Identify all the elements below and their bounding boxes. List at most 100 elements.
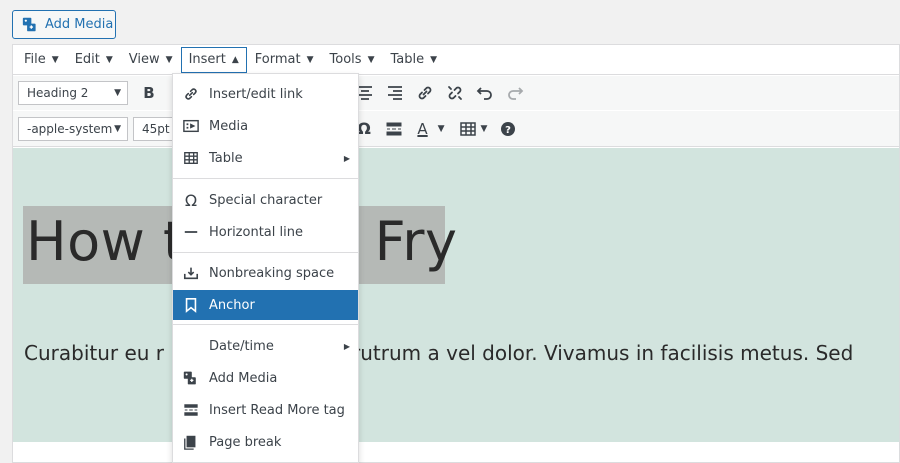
caret-down-icon: ▼ xyxy=(51,54,59,65)
bold-button[interactable]: B xyxy=(134,79,164,107)
insert-menu-item-label: Nonbreaking space xyxy=(209,265,335,281)
menu-divider xyxy=(173,252,358,253)
insert-menu-item-read-more[interactable]: Insert Read More tag xyxy=(173,395,358,425)
add-media-icon xyxy=(22,17,36,32)
text-color-button[interactable]: A ▼ xyxy=(409,115,453,143)
caret-down-icon: ▼ xyxy=(105,54,113,65)
insert-menu-item-link[interactable]: Insert/edit link xyxy=(173,79,358,109)
heading-text-right: Fry xyxy=(374,210,458,273)
editor-content[interactable]: How t Fry Curabitur eu r rutrum a vel dolo… xyxy=(13,148,899,442)
font-size-value: 45pt xyxy=(142,121,170,136)
caret-up-icon: ▲ xyxy=(231,54,239,65)
insert-menu-item-label: Insert Read More tag xyxy=(209,402,345,418)
table-button[interactable]: ▼ xyxy=(453,115,493,143)
media-icon xyxy=(173,118,209,134)
unlink-icon xyxy=(448,86,462,100)
insert-menu-item-label: Add Media xyxy=(209,370,278,386)
table-icon xyxy=(173,150,209,166)
menu-insert[interactable]: Insert ▲ xyxy=(180,46,247,73)
read-more-icon xyxy=(386,122,402,135)
submenu-arrow-icon: ▶ xyxy=(343,341,350,351)
text-color-icon: A xyxy=(417,119,428,138)
insert-menu-item-media[interactable]: Media xyxy=(173,111,358,141)
paragraph-text-left: Curabitur eu r xyxy=(24,341,165,365)
omega-icon: Ω xyxy=(184,190,198,210)
menu-file[interactable]: File ▼ xyxy=(16,47,67,73)
insert-menu-item-label: Horizontal line xyxy=(209,224,303,240)
insert-menu-item-anchor[interactable]: Anchor xyxy=(173,290,358,320)
paragraph-text-right: rutrum a vel dolor. Vivamus in facilisis… xyxy=(352,341,854,365)
insert-menu-item-label: Anchor xyxy=(209,297,255,313)
help-button[interactable]: ? xyxy=(493,115,523,143)
caret-down-icon: ▼ xyxy=(367,54,375,65)
menu-table[interactable]: Table ▼ xyxy=(382,47,445,73)
font-family-value: -apple-system xyxy=(27,121,113,136)
font-size-select[interactable]: 45pt xyxy=(133,116,177,141)
chevron-down-icon: ▼ xyxy=(114,88,121,98)
menu-view-label: View xyxy=(128,52,160,67)
align-right-button[interactable] xyxy=(380,79,410,107)
svg-text:?: ? xyxy=(505,125,511,136)
redo-button[interactable] xyxy=(500,79,530,107)
caret-down-icon: ▼ xyxy=(165,54,173,65)
horizontal-line-icon xyxy=(173,224,209,240)
heading-text-left: How t xyxy=(26,210,185,273)
submenu-arrow-icon: ▶ xyxy=(343,153,350,163)
link-icon xyxy=(418,86,432,100)
menubar: File ▼ Edit ▼ View ▼ Insert ▲ Format ▼ Tools ▼… xyxy=(13,45,899,75)
add-media-button[interactable]: Add Media xyxy=(12,10,116,39)
insert-menu-item-horizontal-line[interactable]: Horizontal line xyxy=(173,217,358,247)
menu-file-label: File xyxy=(24,52,46,67)
insert-menu-dropdown: Insert/edit link Media Table ▶ Ω Special… xyxy=(172,73,359,463)
chevron-down-icon: ▼ xyxy=(480,123,488,134)
insert-menu-item-add-media[interactable]: Add Media xyxy=(173,363,358,393)
insert-menu-item-label: Page break xyxy=(209,434,282,450)
toolbar-row-1: Heading 2 ▼ B xyxy=(13,76,899,110)
menu-tools-label: Tools xyxy=(329,52,362,67)
insert-menu-item-nonbreaking-space[interactable]: Nonbreaking space xyxy=(173,258,358,288)
link-icon xyxy=(173,86,209,102)
content-paragraph: Curabitur eu r rutrum a vel dolor. Vivamu… xyxy=(24,341,853,365)
menu-divider xyxy=(173,324,358,325)
insert-menu-item-label: Media xyxy=(209,118,249,134)
menu-edit-label: Edit xyxy=(74,52,100,67)
undo-icon xyxy=(476,87,492,100)
redo-icon xyxy=(508,87,524,100)
insert-menu-item-special-character[interactable]: Ω Special character xyxy=(173,185,358,215)
nonbreaking-space-icon xyxy=(173,265,209,281)
editor-frame: File ▼ Edit ▼ View ▼ Insert ▲ Format ▼ Tools ▼… xyxy=(12,44,900,463)
undo-button[interactable] xyxy=(470,79,500,107)
menu-edit[interactable]: Edit ▼ xyxy=(67,47,121,73)
read-more-button[interactable] xyxy=(379,115,409,143)
add-media-icon xyxy=(173,370,209,386)
menu-tools[interactable]: Tools ▼ xyxy=(322,47,383,73)
insert-menu-item-label: Table xyxy=(209,150,243,166)
menu-divider xyxy=(173,178,358,179)
insert-menu-item-table[interactable]: Table ▶ xyxy=(173,143,358,173)
bold-label: B xyxy=(143,84,155,102)
insert-menu-item-page-break[interactable]: Page break xyxy=(173,427,358,457)
chevron-down-icon: ▼ xyxy=(114,123,121,134)
caret-down-icon: ▼ xyxy=(306,54,314,65)
caret-down-icon: ▼ xyxy=(430,54,438,65)
omega-icon: Ω xyxy=(357,119,371,138)
align-right-icon xyxy=(388,86,402,100)
font-family-select[interactable]: -apple-system ▼ xyxy=(18,116,128,141)
menu-table-label: Table xyxy=(390,52,425,67)
remove-link-button[interactable] xyxy=(440,79,470,107)
block-format-select[interactable]: Heading 2 ▼ xyxy=(18,81,128,105)
help-icon: ? xyxy=(501,121,515,136)
menu-view[interactable]: View ▼ xyxy=(121,47,181,73)
menu-format[interactable]: Format ▼ xyxy=(247,47,322,73)
toolbar-row-2: -apple-system ▼ 45pt Ω A ▼ ▼ ? xyxy=(13,111,899,147)
block-format-value: Heading 2 xyxy=(27,86,89,100)
insert-link-button[interactable] xyxy=(410,79,440,107)
insert-menu-item-label: Date/time xyxy=(209,338,274,354)
menu-format-label: Format xyxy=(254,52,301,67)
page-break-icon xyxy=(173,434,209,450)
insert-menu-item-label: Special character xyxy=(209,192,323,208)
bookmark-icon xyxy=(173,297,209,313)
menu-insert-label: Insert xyxy=(188,52,226,67)
table-icon xyxy=(459,121,476,136)
insert-menu-item-date-time[interactable]: Date/time ▶ xyxy=(173,331,358,361)
